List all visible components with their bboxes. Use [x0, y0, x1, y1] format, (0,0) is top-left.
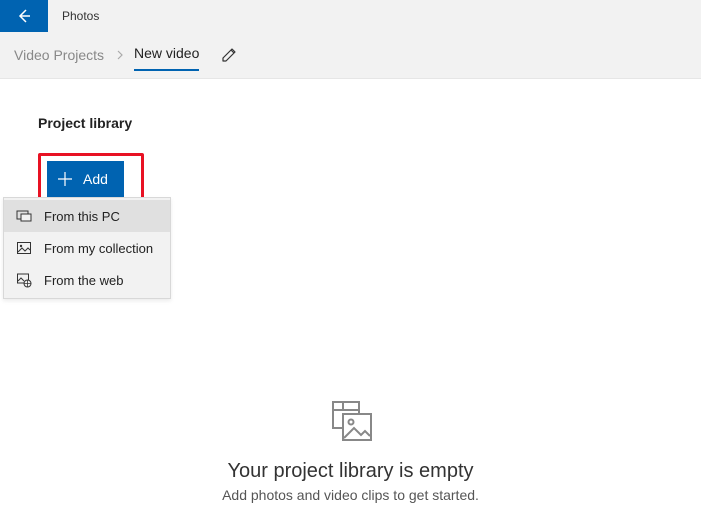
- add-button[interactable]: Add: [47, 161, 124, 197]
- section-title: Project library: [38, 115, 701, 131]
- edit-icon[interactable]: [221, 47, 237, 63]
- add-button-label: Add: [83, 171, 108, 187]
- web-icon: [16, 272, 32, 288]
- app-title: Photos: [62, 9, 99, 23]
- breadcrumb: Video Projects New video: [0, 32, 701, 79]
- back-arrow-icon: [16, 8, 32, 24]
- menu-item-label: From my collection: [44, 241, 153, 256]
- content-area: Project library Add: [0, 79, 701, 205]
- empty-library-icon: [151, 400, 551, 444]
- chevron-right-icon: [116, 50, 124, 60]
- empty-title: Your project library is empty: [151, 460, 551, 483]
- image-icon: [16, 240, 32, 256]
- breadcrumb-current[interactable]: New video: [134, 45, 199, 71]
- menu-item-label: From the web: [44, 273, 123, 288]
- empty-state: Your project library is empty Add photos…: [151, 400, 551, 503]
- back-button[interactable]: [0, 0, 48, 32]
- pc-icon: [16, 208, 32, 224]
- breadcrumb-parent[interactable]: Video Projects: [12, 47, 106, 63]
- menu-item-label: From this PC: [44, 209, 120, 224]
- title-bar: Photos: [0, 0, 701, 32]
- empty-subtitle: Add photos and video clips to get starte…: [151, 487, 551, 503]
- plus-icon: [57, 171, 73, 187]
- menu-item-from-pc[interactable]: From this PC: [4, 200, 170, 232]
- menu-item-from-collection[interactable]: From my collection: [4, 232, 170, 264]
- menu-item-from-web[interactable]: From the web: [4, 264, 170, 296]
- add-menu: From this PC From my collection From the…: [3, 197, 171, 299]
